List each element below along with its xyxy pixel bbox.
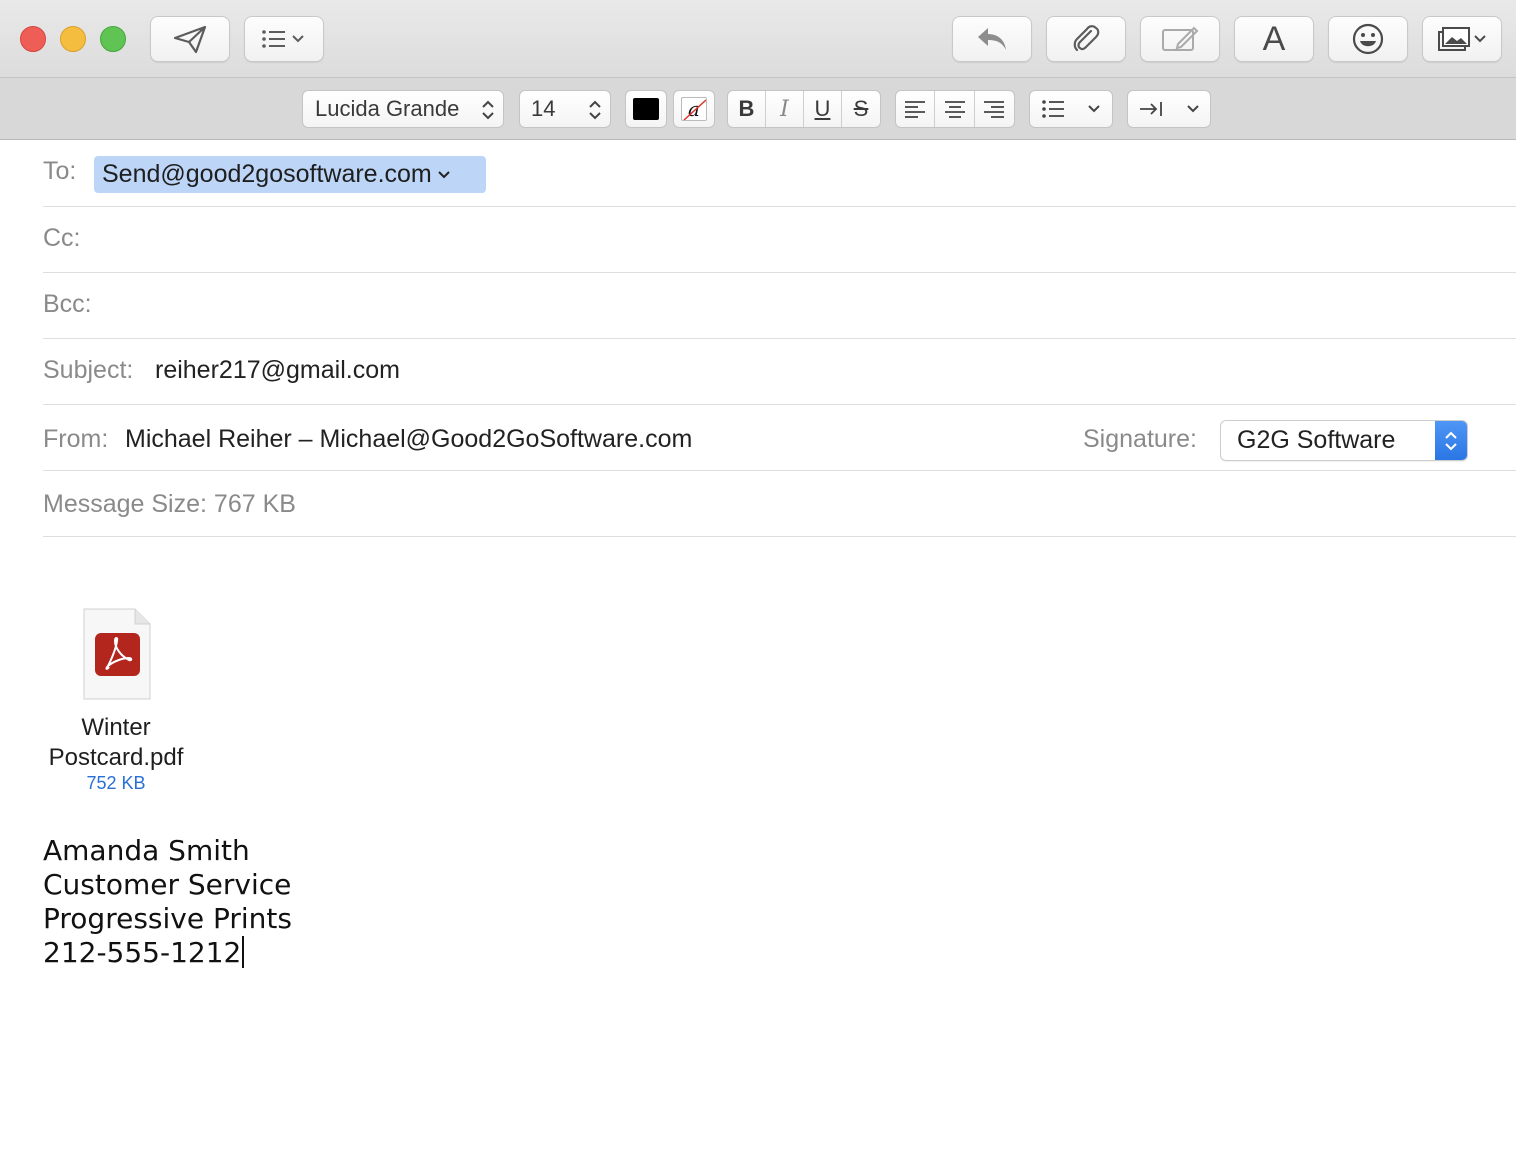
photo-icon bbox=[1438, 27, 1486, 51]
strikethrough-button[interactable]: S bbox=[842, 91, 880, 127]
message-body[interactable]: Amanda Smith Customer Service Progressiv… bbox=[43, 834, 292, 970]
underline-button[interactable]: U bbox=[804, 91, 842, 127]
header-fields-button[interactable] bbox=[244, 16, 324, 62]
cc-label: Cc: bbox=[43, 224, 81, 252]
message-size-row: Message Size: 767 KB bbox=[43, 471, 1516, 537]
indent-select[interactable] bbox=[1127, 90, 1211, 128]
align-right-button[interactable] bbox=[975, 91, 1014, 127]
body-line-company: Progressive Prints bbox=[43, 902, 292, 935]
font-family-select[interactable]: Lucida Grande bbox=[302, 90, 504, 128]
recipient-token[interactable]: Send@good2gosoftware.com bbox=[94, 156, 486, 193]
chevron-down-icon bbox=[1186, 105, 1199, 113]
align-left-button[interactable] bbox=[896, 91, 936, 127]
bcc-label: Bcc: bbox=[43, 290, 92, 318]
signature-select[interactable]: G2G Software bbox=[1220, 420, 1468, 461]
minimize-window-button[interactable] bbox=[60, 26, 86, 52]
paperclip-icon bbox=[1073, 25, 1100, 52]
pdf-file-icon bbox=[83, 608, 151, 700]
italic-button[interactable]: I bbox=[766, 91, 804, 127]
align-right-icon bbox=[984, 101, 1005, 118]
alignment-group bbox=[895, 90, 1015, 128]
chevron-down-icon bbox=[438, 170, 450, 178]
bcc-row[interactable]: Bcc: bbox=[43, 273, 1516, 339]
up-down-chevron-icon bbox=[482, 100, 494, 120]
chevron-down-icon bbox=[1088, 105, 1100, 113]
text-color-swatch bbox=[633, 98, 659, 120]
markup-button[interactable] bbox=[1140, 16, 1220, 62]
align-left-icon bbox=[905, 101, 926, 118]
reply-button[interactable] bbox=[952, 16, 1032, 62]
attachment-size: 752 KB bbox=[86, 773, 146, 793]
font-family-value: Lucida Grande bbox=[315, 96, 460, 121]
align-center-icon bbox=[944, 101, 965, 118]
attach-button[interactable] bbox=[1046, 16, 1126, 62]
text-style-group: B I U S bbox=[727, 90, 881, 128]
body-line-title: Customer Service bbox=[43, 868, 292, 901]
highlight-color-button[interactable]: a bbox=[673, 90, 715, 128]
signature-label: Signature: bbox=[1083, 425, 1197, 453]
list-icon bbox=[262, 30, 304, 48]
format-bar: Lucida Grande 14 a B I U S bbox=[0, 78, 1516, 140]
body-line-phone: 212-555-1212 bbox=[43, 936, 292, 970]
indent-icon bbox=[1139, 102, 1162, 116]
subject-row: Subject: reiher217@gmail.com bbox=[43, 339, 1516, 405]
signature-value: G2G Software bbox=[1237, 426, 1396, 454]
to-row: To: Send@good2gosoftware.com bbox=[43, 141, 1516, 207]
emoji-button[interactable] bbox=[1328, 16, 1408, 62]
cc-row[interactable]: Cc: bbox=[43, 207, 1516, 273]
up-down-chevron-icon bbox=[1435, 421, 1467, 460]
window-toolbar: A bbox=[0, 0, 1516, 78]
no-highlight-icon: a bbox=[681, 97, 707, 121]
from-label: From: bbox=[43, 425, 109, 453]
smiley-icon bbox=[1352, 23, 1384, 55]
align-center-button[interactable] bbox=[935, 91, 975, 127]
attachment-name: Winter Postcard.pdf bbox=[48, 714, 184, 771]
reply-arrow-icon bbox=[978, 28, 1006, 50]
zoom-window-button[interactable] bbox=[100, 26, 126, 52]
font-size-value: 14 bbox=[531, 96, 556, 121]
letter-a-icon: A bbox=[1262, 19, 1286, 58]
subject-field[interactable]: reiher217@gmail.com bbox=[155, 356, 400, 385]
photo-browser-button[interactable] bbox=[1422, 16, 1502, 62]
from-row: From: Michael Reiher – Michael@Good2GoSo… bbox=[43, 405, 1516, 471]
list-style-select[interactable] bbox=[1029, 90, 1113, 128]
send-button[interactable] bbox=[150, 16, 230, 62]
message-size: Message Size: 767 KB bbox=[43, 490, 296, 518]
font-size-select[interactable]: 14 bbox=[519, 90, 611, 128]
up-down-chevron-icon bbox=[589, 100, 601, 120]
text-color-button[interactable] bbox=[625, 90, 667, 128]
paper-plane-icon bbox=[173, 25, 207, 54]
bold-button[interactable]: B bbox=[728, 91, 766, 127]
recipient-address: Send@good2gosoftware.com bbox=[102, 160, 432, 188]
from-select[interactable]: Michael Reiher – Michael@Good2GoSoftware… bbox=[125, 425, 692, 454]
bulleted-list-icon bbox=[1042, 100, 1064, 118]
subject-label: Subject: bbox=[43, 356, 134, 384]
markup-pen-icon bbox=[1162, 26, 1199, 51]
to-label: To: bbox=[43, 157, 77, 185]
body-line-name: Amanda Smith bbox=[43, 834, 250, 867]
text-cursor bbox=[242, 936, 245, 968]
fonts-button[interactable]: A bbox=[1234, 16, 1314, 62]
close-window-button[interactable] bbox=[20, 26, 46, 52]
